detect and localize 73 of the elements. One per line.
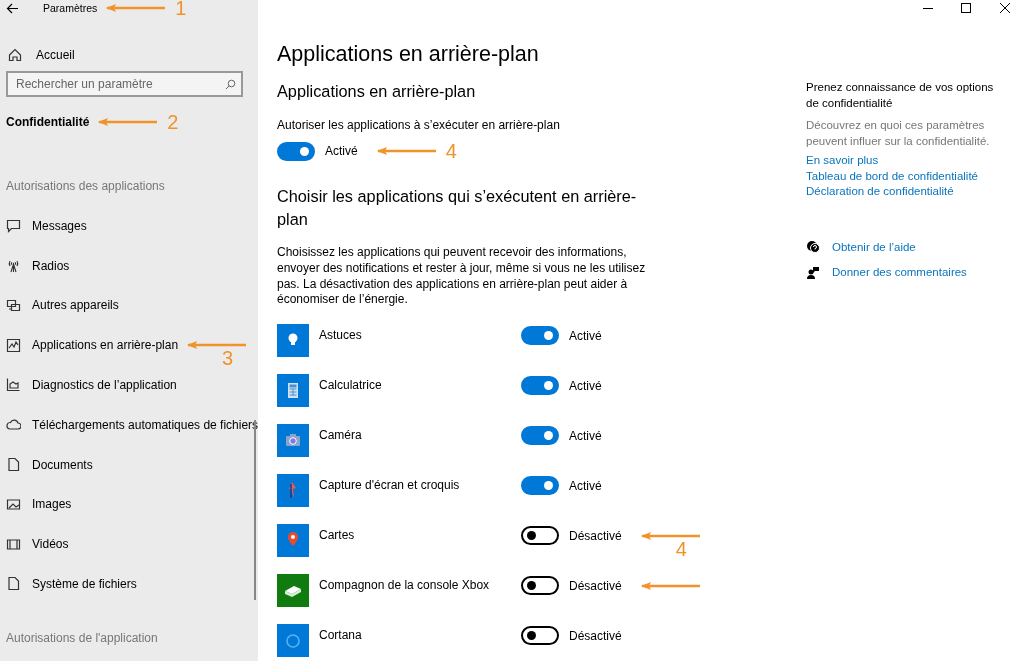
help-link[interactable]: Donner des commentaires [832, 265, 967, 281]
setting-label: Autoriser les applications à s’exécuter en arrière-plan [277, 117, 561, 133]
toggle-switch[interactable] [521, 576, 559, 596]
toggle-switch[interactable] [521, 376, 559, 396]
description-text: Choisissez les applications qui peuvent recevoir des informations, envoyer des notifications et rester à jour, même si vous ne les utilisez pas. La désactivation des applications en arrière-plan peut aider à économiser de l’énergie. [277, 245, 647, 309]
toggle-state-text: Désactivé [569, 628, 622, 643]
search-field[interactable]: Rechercher un paramètre [6, 71, 243, 97]
document-icon[interactable] [6, 576, 21, 592]
home-link[interactable]: Accueil [36, 48, 75, 62]
sidebar-item[interactable]: Applications en arrière-plan [32, 338, 179, 353]
app-name: Capture d'écran et croquis [319, 478, 461, 493]
back-arrow-icon[interactable] [6, 2, 19, 14]
privacy-link[interactable]: Déclaration de confidentialité [806, 184, 1004, 200]
section-heading: Autorisations des applications [6, 178, 166, 195]
speech-bubble-icon[interactable] [6, 218, 21, 234]
privacy-link[interactable]: En savoir plus [806, 153, 1004, 169]
app-name: Cortana [319, 628, 363, 643]
sidebar-item[interactable]: Images [32, 497, 72, 512]
toggle-switch[interactable] [521, 626, 559, 646]
help-bubble-icon[interactable] [806, 240, 820, 255]
feedback-icon[interactable] [806, 265, 820, 280]
toggle-switch[interactable] [521, 526, 559, 546]
toggle-state-text: Activé [325, 144, 358, 158]
app-name: Calculatrice [319, 378, 383, 393]
search-icon[interactable] [225, 79, 236, 90]
annotation-number: 2 [167, 112, 179, 132]
home-icon[interactable] [8, 48, 22, 62]
toggle-state-text: Activé [569, 478, 602, 493]
image-icon[interactable] [6, 496, 21, 512]
window-title: Paramètres [43, 2, 98, 14]
help-heading: Prenez connaissance de vos options de confidentialité [806, 80, 995, 111]
section-heading: Autorisations de l'application [6, 629, 159, 647]
toggle-state-text: Activé [569, 378, 602, 393]
toggle-state-text: Activé [569, 328, 602, 343]
sidebar-item[interactable]: Diagnostics de l’application [32, 378, 177, 392]
antenna-icon[interactable] [6, 258, 21, 274]
sidebar-item[interactable]: Autres appareils [32, 298, 119, 313]
devices-icon[interactable] [6, 297, 21, 313]
privacy-link[interactable]: Tableau de bord de confidentialité [806, 168, 1004, 184]
sidebar-item[interactable]: Documents [32, 457, 93, 472]
app-name: Compagnon de la console Xbox [319, 578, 491, 593]
toggle-switch[interactable] [521, 476, 559, 496]
annotation-number: 4 [445, 141, 457, 161]
toggle-state-text: Désactivé [569, 528, 622, 543]
annotation-number: 4 [675, 538, 687, 559]
section-title: Applications en arrière-plan [277, 81, 477, 102]
film-icon[interactable] [6, 536, 21, 552]
toggle-state-text: Activé [569, 428, 602, 443]
graph-icon[interactable] [6, 377, 21, 393]
page-title: Applications en arrière-plan [277, 41, 540, 68]
annotation-number: 1 [175, 0, 187, 18]
close-icon [999, 3, 1010, 13]
annotation-number: 3 [222, 348, 234, 369]
app-name: Cartes [319, 528, 356, 543]
sidebar-item[interactable]: Vidéos [32, 537, 69, 552]
cloud-icon[interactable] [6, 417, 21, 433]
app-name: Astuces [319, 328, 363, 343]
app-name: Caméra [319, 428, 363, 443]
toggle-state-text: Désactivé [569, 578, 622, 593]
sidebar-item[interactable]: Messages [32, 218, 87, 233]
sidebar-item[interactable]: Système de fichiers [32, 576, 137, 591]
section-title: Choisir les applications qui s’exécutent en arrière-plan [277, 186, 638, 230]
toggle-switch[interactable] [521, 426, 559, 446]
document-icon[interactable] [6, 457, 21, 473]
toggle-switch[interactable] [277, 141, 315, 161]
help-description: Découvrez en quoi ces paramètres peuvent influer sur la confidentialité. [806, 118, 991, 149]
toggle-switch[interactable] [521, 326, 559, 346]
category-title: Confidentialité [6, 115, 90, 129]
sidebar-item[interactable]: Radios [32, 258, 70, 273]
help-link[interactable]: Obtenir de l’aide [832, 239, 916, 255]
maximize-icon [961, 3, 972, 13]
chart-icon[interactable] [6, 337, 21, 353]
minimize-icon [922, 7, 933, 9]
